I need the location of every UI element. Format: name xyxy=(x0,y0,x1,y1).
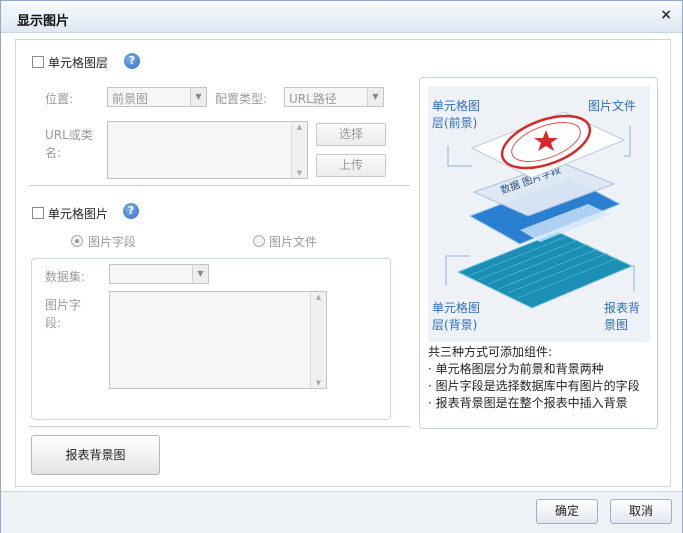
image-field-label-line2: 段: xyxy=(45,316,62,330)
select-button[interactable]: 选择 xyxy=(316,123,386,146)
cell-layer-checkbox[interactable] xyxy=(32,56,44,68)
dialog-titlebar: 显示图片 × xyxy=(1,1,682,33)
ok-button[interactable]: 确定 xyxy=(536,499,598,524)
image-file-caption: 图片文件 xyxy=(588,99,637,113)
help-icon[interactable]: ? xyxy=(123,203,139,219)
url-textarea[interactable]: ▲ ▼ xyxy=(107,121,308,179)
cancel-button[interactable]: 取消 xyxy=(610,499,672,524)
help-icon[interactable]: ? xyxy=(124,53,140,69)
layers-illustration: 数据 图片字段 单元格图 层(前景) 图片文件 单元格图 层(背景) 报表背 景… xyxy=(428,86,650,342)
description: 共三种方式可添加组件: · 单元格图层分为前景和背景两种 · 图片字段是选择数据… xyxy=(428,344,652,412)
report-bg-caption-line2: 景图 xyxy=(604,318,629,332)
image-file-radio-label: 图片文件 xyxy=(269,235,318,249)
position-select[interactable]: 前景图 ▼ xyxy=(107,87,207,107)
image-field-radio-label: 图片字段 xyxy=(88,235,137,249)
config-type-label: 配置类型: xyxy=(215,92,268,106)
dialog-footer: 确定 取消 xyxy=(1,491,682,533)
cell-layer-label: 单元格图层 xyxy=(48,56,109,70)
config-type-select[interactable]: URL路径 ▼ xyxy=(284,87,384,107)
url-label-line1: URL或类 xyxy=(45,128,93,142)
background-layer-caption-line1: 单元格图 xyxy=(432,301,481,315)
dataset-select[interactable]: ▼ xyxy=(109,264,209,284)
close-icon[interactable]: × xyxy=(660,7,672,23)
list-scrollbar[interactable]: ▲ ▼ xyxy=(310,292,326,388)
url-label-line2: 名: xyxy=(45,146,62,160)
report-background-button[interactable]: 报表背景图 xyxy=(31,435,160,475)
chevron-down-icon: ▼ xyxy=(190,88,206,106)
description-heading: 共三种方式可添加组件: xyxy=(428,345,553,359)
chevron-down-icon: ▼ xyxy=(367,88,383,106)
display-image-dialog: 显示图片 × 单元格图层 ? 位置: 前景图 ▼ 配置类型: URL路径 ▼ U… xyxy=(0,0,683,533)
description-item: · 报表背景图是在整个报表中插入背景 xyxy=(428,396,628,410)
cell-image-label: 单元格图片 xyxy=(48,207,109,221)
position-label: 位置: xyxy=(45,92,74,106)
dialog-title: 显示图片 xyxy=(17,14,70,29)
config-type-select-value: URL路径 xyxy=(289,92,337,106)
image-field-label-line1: 图片字 xyxy=(45,298,82,312)
scroll-down-icon[interactable]: ▼ xyxy=(311,379,326,387)
description-item: · 图片字段是选择数据库中有图片的字段 xyxy=(428,379,640,393)
foreground-layer-caption-line2: 层(前景) xyxy=(432,116,478,130)
info-panel: 数据 图片字段 单元格图 层(前景) 图片文件 单元格图 层(背景) 报表背 景… xyxy=(419,77,658,429)
background-layer-caption-line2: 层(背景) xyxy=(432,318,478,332)
image-file-radio[interactable] xyxy=(253,235,265,247)
position-select-value: 前景图 xyxy=(112,92,149,106)
description-item: · 单元格图层分为前景和背景两种 xyxy=(428,362,604,376)
section-divider xyxy=(29,426,410,427)
scroll-up-icon[interactable]: ▲ xyxy=(292,123,307,131)
upload-button[interactable]: 上传 xyxy=(316,154,386,177)
scroll-up-icon[interactable]: ▲ xyxy=(311,293,326,301)
scroll-down-icon[interactable]: ▼ xyxy=(292,169,307,177)
section-divider xyxy=(29,185,410,186)
report-bg-caption-line1: 报表背 xyxy=(604,301,641,315)
image-field-list[interactable]: ▲ ▼ xyxy=(109,291,327,389)
dataset-label: 数据集: xyxy=(45,270,86,284)
chevron-down-icon: ▼ xyxy=(192,265,208,283)
cell-image-checkbox[interactable] xyxy=(32,207,44,219)
foreground-layer-caption-line1: 单元格图 xyxy=(432,99,481,113)
image-field-radio[interactable] xyxy=(71,235,83,247)
textarea-scrollbar[interactable]: ▲ ▼ xyxy=(291,122,307,178)
